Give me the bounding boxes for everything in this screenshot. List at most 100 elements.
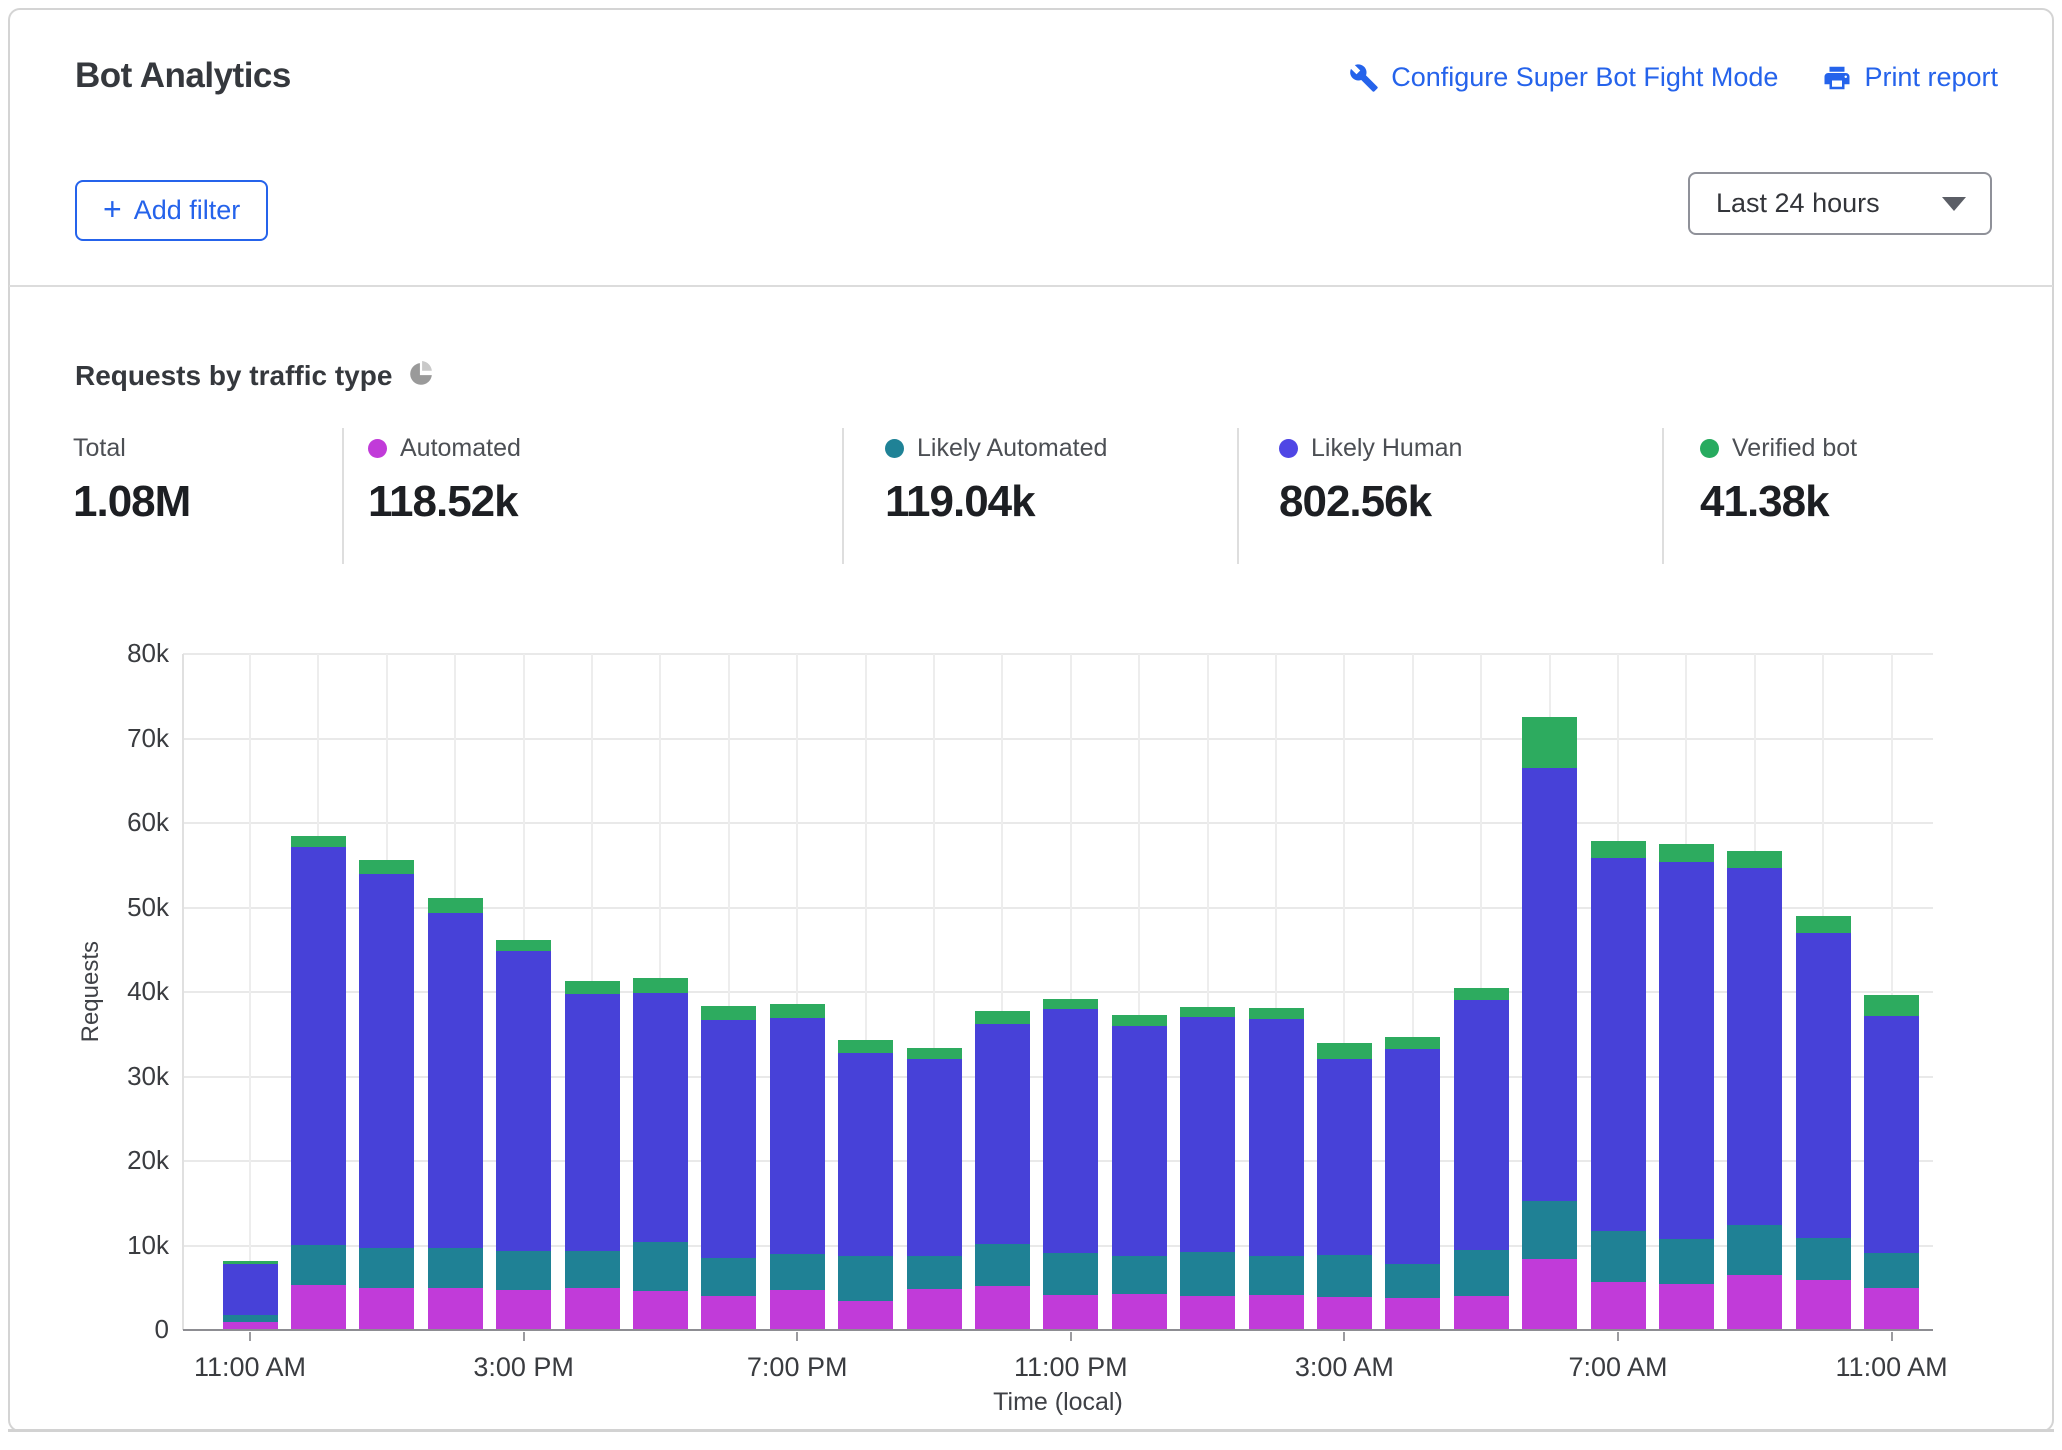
bar-segment-likely-automated[interactable]	[1522, 1200, 1578, 1259]
bar-segment-likely-automated[interactable]	[1590, 1231, 1646, 1282]
chart-bar-1-00-pm-2[interactable]	[359, 860, 415, 1329]
bar-segment-automated[interactable]	[632, 1290, 688, 1329]
bar-segment-likely-human[interactable]	[1180, 1017, 1236, 1253]
bar-segment-verified-bot[interactable]	[1111, 1014, 1167, 1026]
bar-segment-likely-human[interactable]	[496, 951, 552, 1252]
bar-segment-verified-bot[interactable]	[1727, 850, 1783, 868]
bar-segment-likely-human[interactable]	[1864, 1016, 1920, 1253]
bar-segment-likely-automated[interactable]	[906, 1256, 962, 1290]
bar-segment-likely-human[interactable]	[564, 994, 620, 1252]
bar-segment-likely-automated[interactable]	[1248, 1256, 1304, 1296]
bar-segment-verified-bot[interactable]	[1590, 840, 1646, 859]
bar-segment-likely-human[interactable]	[1795, 932, 1851, 1238]
chart-bar-11-00-am-0[interactable]	[222, 1261, 278, 1329]
bar-segment-likely-automated[interactable]	[1727, 1225, 1783, 1275]
bar-segment-likely-human[interactable]	[1453, 1000, 1509, 1250]
bar-segment-verified-bot[interactable]	[701, 1006, 757, 1020]
bar-segment-automated[interactable]	[1590, 1281, 1646, 1329]
bar-segment-likely-human[interactable]	[1316, 1058, 1372, 1255]
chart-bar-1-00-am-14[interactable]	[1180, 1007, 1236, 1329]
bar-segment-verified-bot[interactable]	[496, 940, 552, 952]
bar-segment-automated[interactable]	[1316, 1296, 1372, 1329]
bar-segment-automated[interactable]	[1385, 1297, 1441, 1329]
bar-segment-automated[interactable]	[1658, 1284, 1714, 1329]
bar-segment-likely-human[interactable]	[701, 1019, 757, 1259]
configure-super-bot-fight-mode-link[interactable]: Configure Super Bot Fight Mode	[1349, 62, 1778, 93]
bar-segment-likely-automated[interactable]	[1864, 1252, 1920, 1288]
bar-segment-likely-automated[interactable]	[769, 1253, 825, 1291]
bar-segment-likely-human[interactable]	[222, 1263, 278, 1315]
bar-segment-likely-automated[interactable]	[427, 1247, 483, 1289]
bar-segment-automated[interactable]	[1043, 1295, 1099, 1329]
bar-segment-likely-automated[interactable]	[838, 1256, 894, 1302]
chart-bar-4-00-pm-5[interactable]	[564, 980, 620, 1329]
bar-segment-likely-human[interactable]	[1727, 867, 1783, 1226]
bar-segment-verified-bot[interactable]	[1795, 915, 1851, 933]
bar-segment-automated[interactable]	[359, 1288, 415, 1329]
bar-segment-automated[interactable]	[1522, 1258, 1578, 1329]
bar-segment-automated[interactable]	[1727, 1274, 1783, 1329]
stat-cell-likely-human[interactable]: Likely Human 802.56k	[1279, 434, 1462, 527]
bar-segment-verified-bot[interactable]	[1864, 995, 1920, 1017]
chart-bar-10-00-am-23[interactable]	[1795, 915, 1851, 1329]
bar-segment-likely-automated[interactable]	[701, 1258, 757, 1297]
chart-bar-11-00-am-24[interactable]	[1864, 995, 1920, 1329]
bar-segment-likely-automated[interactable]	[1453, 1249, 1509, 1297]
bar-segment-automated[interactable]	[564, 1287, 620, 1329]
bar-segment-likely-human[interactable]	[906, 1058, 962, 1257]
bar-segment-automated[interactable]	[1795, 1280, 1851, 1329]
bar-segment-likely-human[interactable]	[427, 913, 483, 1248]
bar-segment-automated[interactable]	[222, 1322, 278, 1329]
bar-segment-likely-human[interactable]	[1043, 1008, 1099, 1253]
bar-segment-verified-bot[interactable]	[359, 860, 415, 874]
bar-segment-likely-automated[interactable]	[974, 1243, 1030, 1286]
bar-segment-verified-bot[interactable]	[974, 1011, 1030, 1024]
bar-segment-likely-human[interactable]	[974, 1023, 1030, 1244]
bar-segment-automated[interactable]	[1248, 1295, 1304, 1329]
chart-bar-4-00-am-17[interactable]	[1385, 1036, 1441, 1329]
chart-bar-7-00-pm-8[interactable]	[769, 1003, 825, 1329]
bar-segment-likely-automated[interactable]	[222, 1314, 278, 1323]
bar-segment-verified-bot[interactable]	[1248, 1007, 1304, 1019]
stat-cell-verified-bot[interactable]: Verified bot 41.38k	[1700, 434, 1857, 527]
chart-bar-6-00-pm-7[interactable]	[701, 1006, 757, 1329]
bar-segment-likely-human[interactable]	[1248, 1018, 1304, 1257]
bar-segment-automated[interactable]	[1111, 1294, 1167, 1329]
chart-bar-2-00-pm-3[interactable]	[427, 898, 483, 1329]
bar-segment-verified-bot[interactable]	[564, 980, 620, 995]
chart-bar-5-00-pm-6[interactable]	[632, 978, 688, 1329]
bar-segment-verified-bot[interactable]	[632, 978, 688, 993]
bar-segment-likely-human[interactable]	[1590, 858, 1646, 1231]
chart-bar-7-00-am-20[interactable]	[1590, 840, 1646, 1329]
bar-segment-likely-automated[interactable]	[564, 1251, 620, 1288]
print-report-link[interactable]: Print report	[1822, 62, 1998, 93]
bar-segment-verified-bot[interactable]	[1385, 1036, 1441, 1050]
bar-segment-likely-automated[interactable]	[359, 1247, 415, 1289]
chart-bar-12-00-am-13[interactable]	[1111, 1014, 1167, 1329]
chart-bar-11-00-pm-12[interactable]	[1043, 999, 1099, 1329]
bar-segment-likely-human[interactable]	[769, 1018, 825, 1254]
bar-segment-likely-human[interactable]	[838, 1052, 894, 1257]
bar-segment-automated[interactable]	[701, 1296, 757, 1329]
chart-bar-3-00-pm-4[interactable]	[496, 940, 552, 1329]
bar-segment-automated[interactable]	[1864, 1287, 1920, 1329]
bar-segment-likely-automated[interactable]	[1111, 1256, 1167, 1295]
bar-segment-verified-bot[interactable]	[1522, 717, 1578, 768]
stat-cell-total[interactable]: Total 1.08M	[73, 434, 191, 527]
bar-segment-verified-bot[interactable]	[427, 898, 483, 914]
bar-segment-likely-automated[interactable]	[632, 1241, 688, 1291]
bar-segment-verified-bot[interactable]	[1043, 999, 1099, 1009]
chart-bar-12-00-pm-1[interactable]	[290, 836, 346, 1329]
bar-segment-likely-automated[interactable]	[1180, 1252, 1236, 1297]
bar-segment-verified-bot[interactable]	[838, 1040, 894, 1053]
bar-segment-likely-automated[interactable]	[1385, 1263, 1441, 1298]
bar-segment-automated[interactable]	[974, 1285, 1030, 1329]
bar-segment-automated[interactable]	[427, 1288, 483, 1329]
bar-segment-likely-automated[interactable]	[1795, 1237, 1851, 1280]
bar-segment-verified-bot[interactable]	[1453, 988, 1509, 1001]
bar-segment-automated[interactable]	[906, 1289, 962, 1329]
chart-bar-9-00-pm-10[interactable]	[906, 1047, 962, 1329]
bar-segment-automated[interactable]	[1453, 1296, 1509, 1329]
add-filter-button[interactable]: + Add filter	[75, 180, 269, 241]
chart-bar-3-00-am-16[interactable]	[1316, 1042, 1372, 1329]
